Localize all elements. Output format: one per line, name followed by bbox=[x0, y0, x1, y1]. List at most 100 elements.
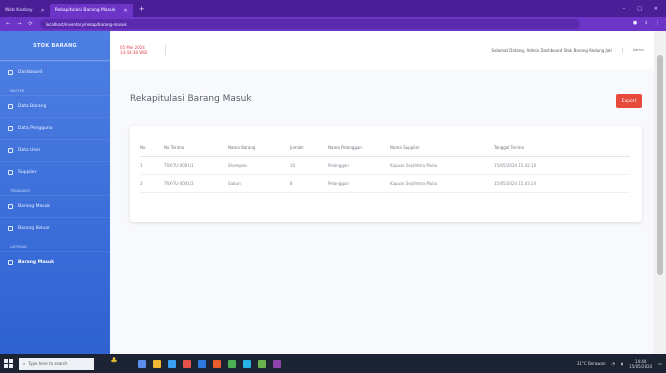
table-cell: Kapuas Sejahtera Mulia bbox=[390, 156, 494, 175]
main-content: Rekapitulasi Barang Masuk Export No No T… bbox=[110, 69, 654, 354]
sidebar-item-label: Supplier bbox=[18, 170, 37, 175]
app-icon[interactable] bbox=[258, 359, 266, 368]
sidebar-item-laporan-barang-masuk[interactable]: Barang Masuk bbox=[0, 251, 110, 273]
minimize-button[interactable]: – bbox=[623, 6, 626, 12]
export-label: Export bbox=[621, 98, 637, 104]
download-icon[interactable]: ⭳ bbox=[645, 20, 647, 28]
data-card: No No Terima Nama Barang Jumlah Nama Pel… bbox=[130, 126, 642, 222]
arrow-out-icon bbox=[8, 226, 13, 231]
task-view-icon[interactable] bbox=[138, 359, 146, 368]
back-icon[interactable]: ← bbox=[6, 21, 10, 27]
sidebar-section-heading: MASTER bbox=[10, 89, 25, 93]
user-icon bbox=[8, 148, 13, 153]
sidebar-item-label: Barang Masuk bbox=[18, 204, 51, 209]
sidebar-item-label: Data Barang bbox=[18, 104, 47, 109]
brand-logo[interactable]: STOK BARANG bbox=[0, 31, 110, 61]
sidebar-item-data-user[interactable]: Data User bbox=[0, 139, 110, 161]
user-menu[interactable]: Admin bbox=[633, 48, 644, 52]
table-cell: 8 bbox=[290, 174, 328, 193]
scrollbar-thumb[interactable] bbox=[657, 55, 663, 275]
reload-icon[interactable]: ⟳ bbox=[28, 21, 32, 27]
taskbar: ⌕ Type here to search ♣ 31°C Berawan ◔ ◖… bbox=[0, 354, 666, 373]
tab-close-icon[interactable]: ✕ bbox=[41, 8, 45, 14]
arrow-in-icon bbox=[8, 204, 13, 209]
close-window-button[interactable]: ✕ bbox=[654, 6, 658, 12]
column-header[interactable]: Nama Supplier bbox=[390, 140, 494, 157]
sidebar-item-data-barang[interactable]: Data Barang bbox=[0, 95, 110, 117]
app-icon[interactable] bbox=[228, 359, 236, 368]
weather-text[interactable]: 31°C Berawan bbox=[577, 361, 606, 366]
sidebar-section-heading: TRANSAKSI bbox=[10, 189, 30, 193]
sidebar-item-supplier[interactable]: Supplier bbox=[0, 161, 110, 183]
table-cell: 15/05/2024 15.42.10 bbox=[494, 156, 630, 175]
data-table: No No Terima Nama Barang Jumlah Nama Pel… bbox=[140, 140, 630, 193]
sidebar-section-heading: LAPORAN bbox=[10, 245, 27, 249]
app-icon[interactable] bbox=[183, 359, 191, 368]
table-cell: 1 bbox=[140, 156, 164, 175]
browser-tab[interactable]: Web Kasbay ✕ bbox=[0, 4, 50, 17]
tab-close-icon[interactable]: ✕ bbox=[123, 8, 127, 14]
taskbar-clock[interactable]: 14:44 15/05/2024 bbox=[629, 359, 652, 369]
table-cell: Pelanggan bbox=[328, 156, 390, 175]
store-icon[interactable] bbox=[168, 359, 176, 368]
sidebar-item-data-pengguna[interactable]: Data Pengguna bbox=[0, 117, 110, 139]
date-time: 05 Mei 2024 14:44:38 WIB bbox=[120, 45, 167, 55]
address-bar-row: ← → ⟳ localhost/inventory/rekap/barang-m… bbox=[0, 17, 666, 31]
system-tray: 31°C Berawan ◔ ◖ 14:44 15/05/2024 ▭ bbox=[577, 359, 662, 369]
sidebar-item-barang-keluar[interactable]: Barang Keluar bbox=[0, 217, 110, 239]
table-cell: TRX-TU-0001/1 bbox=[164, 156, 228, 175]
chrome-icon[interactable] bbox=[273, 359, 281, 368]
sidebar-item-label: Data User bbox=[18, 148, 41, 153]
extension-icon[interactable]: ● bbox=[633, 20, 637, 28]
column-header[interactable]: Nama Barang bbox=[228, 140, 290, 157]
page-title: Rekapitulasi Barang Masuk bbox=[130, 94, 252, 104]
tab-label: Web Kasbay bbox=[5, 8, 33, 13]
sidebar-item-label: Barang Keluar bbox=[18, 226, 50, 231]
table-row: 1 TRX-TU-0001/1 Shampoo 10 Pelanggan Kap… bbox=[140, 156, 630, 175]
truck-icon bbox=[8, 170, 13, 175]
app-icon[interactable] bbox=[243, 359, 251, 368]
report-icon bbox=[8, 260, 13, 265]
wifi-icon[interactable]: ◔ bbox=[612, 361, 616, 366]
sidebar-item-label: Dashboard bbox=[18, 70, 43, 75]
taskbar-search-input[interactable]: ⌕ Type here to search bbox=[19, 357, 94, 370]
news-widget-icon[interactable]: ♣ bbox=[100, 356, 128, 371]
search-placeholder: Type here to search bbox=[28, 361, 68, 366]
export-button[interactable]: Export bbox=[616, 94, 642, 108]
file-explorer-icon[interactable] bbox=[153, 359, 161, 368]
url-input[interactable]: localhost/inventory/rekap/barang-masuk bbox=[39, 19, 580, 29]
sidebar-item-dashboard[interactable]: Dashboard bbox=[0, 61, 110, 83]
table-cell: Kapuas Sejahtera Mulia bbox=[390, 174, 494, 193]
sidebar-item-label: Barang Masuk bbox=[18, 260, 55, 265]
tab-label: Rekapitulasi Barang Masuk bbox=[54, 8, 116, 13]
table-cell: TRX-TU-0001/2 bbox=[164, 174, 228, 193]
column-header[interactable]: Tanggal Terima bbox=[494, 140, 630, 157]
column-header[interactable]: No Terima bbox=[164, 140, 228, 157]
table-cell: Shampoo bbox=[228, 156, 290, 175]
vscode-icon[interactable] bbox=[198, 359, 206, 368]
windows-start-icon[interactable] bbox=[4, 359, 13, 368]
forward-icon[interactable]: → bbox=[17, 21, 21, 27]
column-header[interactable]: No bbox=[140, 140, 164, 157]
maximize-button[interactable]: □ bbox=[637, 6, 642, 12]
table-row: 2 TRX-TU-0001/2 Sabun 8 Pelanggan Kapuas… bbox=[140, 174, 630, 193]
table-cell: Pelanggan bbox=[328, 174, 390, 193]
new-tab-button[interactable]: + bbox=[139, 5, 145, 13]
xampp-icon[interactable] bbox=[213, 359, 221, 368]
menu-icon[interactable]: ⋮ bbox=[655, 20, 660, 28]
browser-tab-active[interactable]: Rekapitulasi Barang Masuk ✕ bbox=[49, 4, 133, 17]
dashboard-icon bbox=[8, 70, 13, 75]
taskbar-apps bbox=[138, 359, 281, 368]
volume-icon[interactable]: ◖ bbox=[621, 361, 623, 366]
table-cell: Sabun bbox=[228, 174, 290, 193]
welcome-text: Selamat Datang, Admin Dashboard Stok Bar… bbox=[492, 47, 623, 53]
sidebar-item-barang-masuk[interactable]: Barang Masuk bbox=[0, 195, 110, 217]
table-cell: 15/05/2024 15.43.14 bbox=[494, 174, 630, 193]
column-header[interactable]: Jumlah bbox=[290, 140, 328, 157]
column-header[interactable]: Nama Pelanggan bbox=[328, 140, 390, 157]
page-scrollbar[interactable] bbox=[654, 31, 666, 354]
table-cell: 10 bbox=[290, 156, 328, 175]
notification-icon[interactable]: ▭ bbox=[658, 361, 662, 366]
topbar: 05 Mei 2024 14:44:38 WIB Selamat Datang,… bbox=[110, 31, 654, 69]
users-icon bbox=[8, 126, 13, 131]
